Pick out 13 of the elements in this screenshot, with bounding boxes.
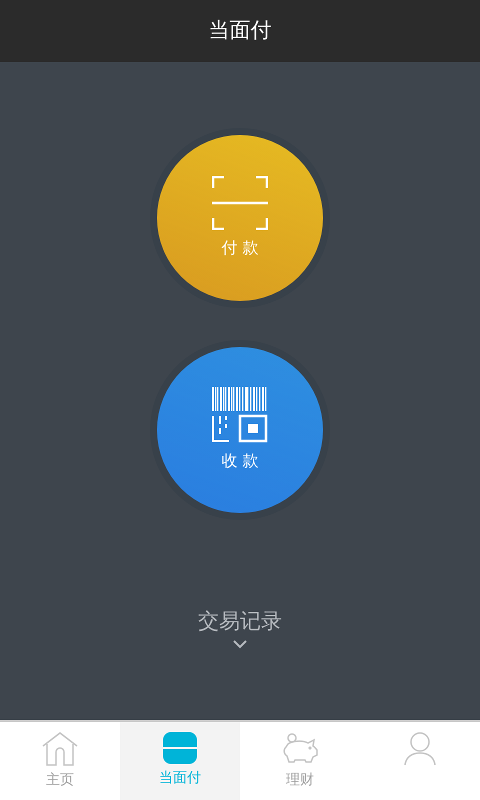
button-label: 付 款 — [221, 237, 259, 259]
pay-button[interactable]: 付 款 — [157, 135, 323, 301]
card-icon — [163, 732, 197, 764]
scan-icon — [212, 176, 268, 230]
transaction-records-link[interactable]: 交易记录 — [198, 606, 282, 638]
receive-button[interactable]: 收 款 — [157, 347, 323, 513]
button-label: 收 款 — [221, 450, 259, 472]
house-icon — [42, 732, 78, 766]
page-title: 当面付 — [208, 17, 272, 44]
tab[interactable]: 当面付 — [120, 722, 240, 800]
barcode-icon — [212, 387, 268, 443]
chevron-down-icon — [233, 640, 247, 648]
person-icon — [402, 732, 438, 766]
